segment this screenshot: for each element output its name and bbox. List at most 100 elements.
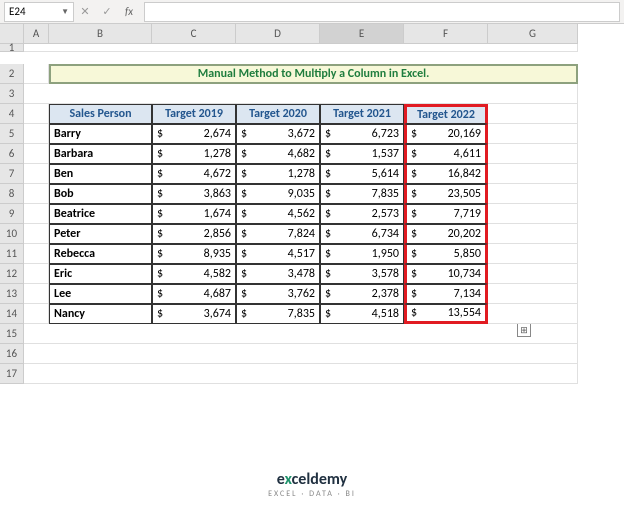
target-cell[interactable]: $3,762 bbox=[236, 284, 320, 304]
target-2022-cell[interactable]: $23,505 bbox=[404, 184, 488, 204]
target-2022-cell[interactable]: $16,842 bbox=[404, 164, 488, 184]
target-cell[interactable]: $2,674 bbox=[152, 124, 236, 144]
target-2022-cell[interactable]: $7,719 bbox=[404, 204, 488, 224]
sales-person[interactable]: Nancy bbox=[49, 304, 152, 324]
target-cell[interactable]: $1,278 bbox=[152, 144, 236, 164]
cell[interactable] bbox=[24, 64, 49, 84]
target-cell[interactable]: $1,950 bbox=[320, 244, 404, 264]
cell[interactable] bbox=[24, 164, 49, 184]
row-header-13[interactable]: 13 bbox=[0, 284, 24, 304]
target-2022-cell[interactable]: $5,850 bbox=[404, 244, 488, 264]
target-cell[interactable]: $2,856 bbox=[152, 224, 236, 244]
col-header-E[interactable]: E bbox=[320, 24, 404, 44]
formula-input[interactable] bbox=[144, 2, 620, 22]
chevron-down-icon[interactable]: ▼ bbox=[61, 7, 69, 17]
cell[interactable] bbox=[24, 184, 49, 204]
target-cell[interactable]: $4,672 bbox=[152, 164, 236, 184]
target-cell[interactable]: $1,278 bbox=[236, 164, 320, 184]
sales-person[interactable]: Barry bbox=[49, 124, 152, 144]
row-header-12[interactable]: 12 bbox=[0, 264, 24, 284]
target-cell[interactable]: $7,824 bbox=[236, 224, 320, 244]
col-header-B[interactable]: B bbox=[49, 24, 152, 44]
target-cell[interactable]: $9,035 bbox=[236, 184, 320, 204]
target-cell[interactable]: $1,674 bbox=[152, 204, 236, 224]
row-header-9[interactable]: 9 bbox=[0, 204, 24, 224]
target-cell[interactable]: $1,537 bbox=[320, 144, 404, 164]
name-box[interactable]: E24 ▼ bbox=[4, 2, 74, 22]
target-2022-cell[interactable]: $20,202 bbox=[404, 224, 488, 244]
cell[interactable] bbox=[488, 264, 578, 284]
row-header-7[interactable]: 7 bbox=[0, 164, 24, 184]
sales-person[interactable]: Lee bbox=[49, 284, 152, 304]
target-cell[interactable]: $4,562 bbox=[236, 204, 320, 224]
col-header-C[interactable]: C bbox=[152, 24, 236, 44]
row-header-16[interactable]: 16 bbox=[0, 344, 24, 364]
cell[interactable] bbox=[488, 124, 578, 144]
cell[interactable] bbox=[24, 244, 49, 264]
cell[interactable] bbox=[24, 264, 49, 284]
col-header-F[interactable]: F bbox=[404, 24, 488, 44]
sales-person[interactable]: Peter bbox=[49, 224, 152, 244]
target-cell[interactable]: $3,674 bbox=[152, 304, 236, 324]
sales-person[interactable]: Rebecca bbox=[49, 244, 152, 264]
cell[interactable] bbox=[488, 104, 578, 124]
cell[interactable] bbox=[24, 84, 578, 104]
row-header-8[interactable]: 8 bbox=[0, 184, 24, 204]
cell[interactable] bbox=[24, 124, 49, 144]
row-header-4[interactable]: 4 bbox=[0, 104, 24, 124]
target-cell[interactable]: $6,734 bbox=[320, 224, 404, 244]
cell[interactable] bbox=[24, 304, 49, 324]
cell[interactable] bbox=[488, 144, 578, 164]
cell[interactable] bbox=[488, 304, 578, 324]
target-cell[interactable]: $4,517 bbox=[236, 244, 320, 264]
cancel-icon[interactable]: ✕ bbox=[74, 2, 96, 22]
target-cell[interactable]: $3,672 bbox=[236, 124, 320, 144]
row-header-3[interactable]: 3 bbox=[0, 84, 24, 104]
sales-person[interactable]: Ben bbox=[49, 164, 152, 184]
target-cell[interactable]: $2,378 bbox=[320, 284, 404, 304]
row-header-2[interactable]: 2 bbox=[0, 64, 24, 84]
cell[interactable] bbox=[488, 224, 578, 244]
target-cell[interactable]: $4,682 bbox=[236, 144, 320, 164]
cell[interactable] bbox=[24, 284, 49, 304]
target-2022-cell[interactable]: $13,554⊞ bbox=[404, 304, 488, 324]
col-header-A[interactable]: A bbox=[24, 24, 49, 44]
target-cell[interactable]: $3,478 bbox=[236, 264, 320, 284]
target-cell[interactable]: $5,614 bbox=[320, 164, 404, 184]
cell[interactable] bbox=[24, 224, 49, 244]
target-cell[interactable]: $4,518 bbox=[320, 304, 404, 324]
target-2022-cell[interactable]: $4,611 bbox=[404, 144, 488, 164]
target-cell[interactable]: $8,935 bbox=[152, 244, 236, 264]
cell[interactable] bbox=[488, 164, 578, 184]
sales-person[interactable]: Beatrice bbox=[49, 204, 152, 224]
cell[interactable] bbox=[24, 204, 49, 224]
check-icon[interactable]: ✓ bbox=[96, 2, 118, 22]
sales-person[interactable]: Eric bbox=[49, 264, 152, 284]
target-cell[interactable]: $6,723 bbox=[320, 124, 404, 144]
cell[interactable] bbox=[488, 284, 578, 304]
target-cell[interactable]: $4,687 bbox=[152, 284, 236, 304]
target-cell[interactable]: $7,835 bbox=[236, 304, 320, 324]
target-cell[interactable]: $3,578 bbox=[320, 264, 404, 284]
cell[interactable] bbox=[24, 364, 578, 384]
cell[interactable] bbox=[488, 184, 578, 204]
target-2022-cell[interactable]: $7,134 bbox=[404, 284, 488, 304]
row-header-17[interactable]: 17 bbox=[0, 364, 24, 384]
col-header-D[interactable]: D bbox=[236, 24, 320, 44]
row-header-14[interactable]: 14 bbox=[0, 304, 24, 324]
target-cell[interactable]: $3,863 bbox=[152, 184, 236, 204]
fx-icon[interactable]: fx bbox=[118, 2, 140, 22]
cell[interactable] bbox=[488, 204, 578, 224]
sales-person[interactable]: Barbara bbox=[49, 144, 152, 164]
cell[interactable] bbox=[24, 344, 578, 364]
target-2022-cell[interactable]: $10,734 bbox=[404, 264, 488, 284]
target-cell[interactable]: $2,573 bbox=[320, 204, 404, 224]
cell[interactable] bbox=[24, 44, 578, 52]
row-header-15[interactable]: 15 bbox=[0, 324, 24, 344]
target-cell[interactable]: $4,582 bbox=[152, 264, 236, 284]
target-cell[interactable]: $7,835 bbox=[320, 184, 404, 204]
cell[interactable] bbox=[24, 144, 49, 164]
row-header-10[interactable]: 10 bbox=[0, 224, 24, 244]
target-2022-cell[interactable]: $20,169 bbox=[404, 124, 488, 144]
row-header-1[interactable]: 1 bbox=[0, 44, 24, 52]
